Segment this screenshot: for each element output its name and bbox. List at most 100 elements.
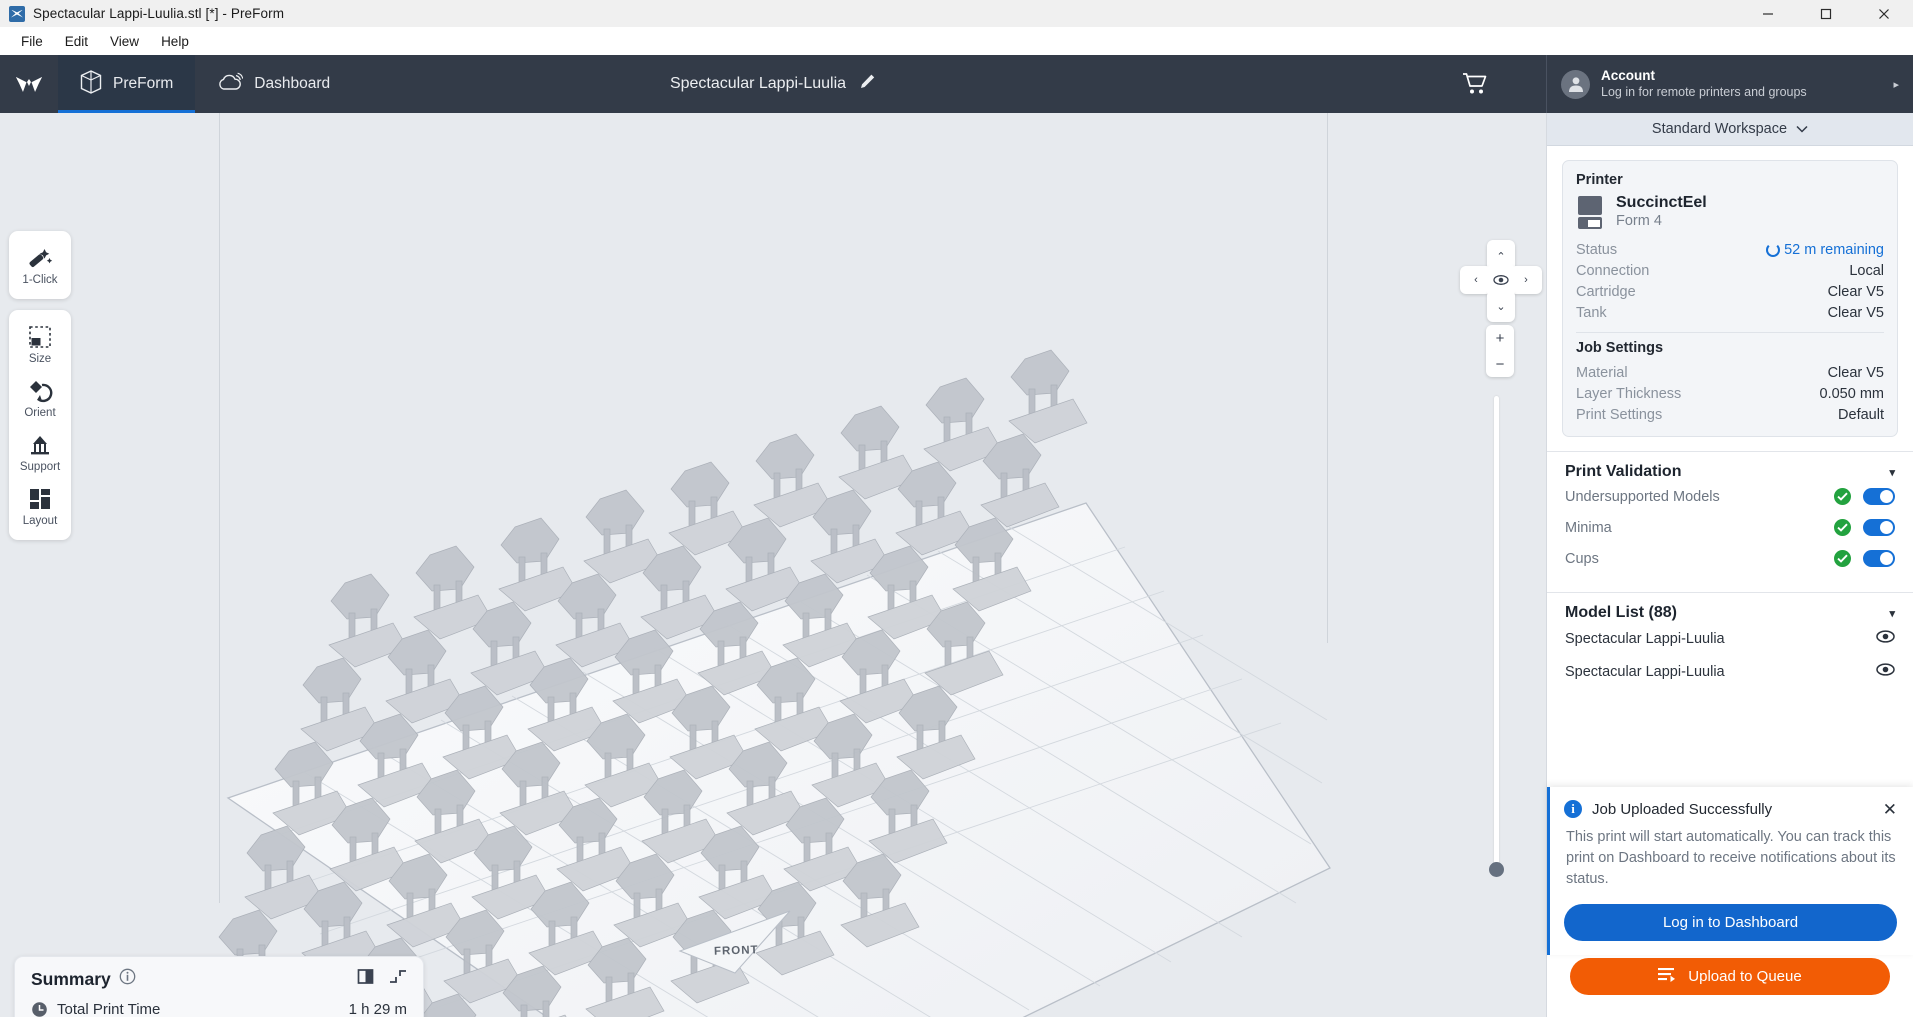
validation-row-cups: Cups <box>1565 543 1895 574</box>
build-plate-render <box>193 349 1331 1017</box>
printer-status-key: Status <box>1576 241 1618 258</box>
preform-logo-icon <box>9 5 25 22</box>
check-icon <box>1834 488 1851 506</box>
printer-identity[interactable]: SuccinctEel Form 4 <box>1576 194 1884 231</box>
zoom-controls: + − <box>1486 325 1514 377</box>
menu-edit[interactable]: Edit <box>54 30 99 53</box>
window-title: Spectacular Lappi-Luulia.stl [*] - PreFo… <box>33 6 285 21</box>
printer-tank-key: Tank <box>1576 304 1607 321</box>
validation-toggle[interactable] <box>1863 550 1895 568</box>
tool-orient-label: Orient <box>24 407 56 419</box>
caret-down-icon[interactable]: ▾ <box>1889 607 1895 620</box>
menu-help[interactable]: Help <box>150 30 200 53</box>
job-print-settings-value: Default <box>1838 406 1884 423</box>
job-print-settings-key: Print Settings <box>1576 406 1663 423</box>
info-circle-icon[interactable] <box>119 968 136 990</box>
validation-toggle[interactable] <box>1863 519 1895 537</box>
eye-icon[interactable] <box>1876 663 1895 680</box>
printer-connection-row: Connection Local <box>1576 260 1884 281</box>
printer-text: SuccinctEel Form 4 <box>1616 194 1707 231</box>
model-name: Spectacular Lappi-Luulia <box>1565 630 1725 647</box>
printer-status-value[interactable]: 52 m remaining <box>1766 242 1884 258</box>
view-nav-pad: ⌃ ‹ › ⌄ <box>1460 240 1542 322</box>
tool-orient[interactable]: Orient <box>9 371 71 425</box>
model-list-item[interactable]: Spectacular Lappi-Luulia <box>1565 655 1895 688</box>
check-icon <box>1834 519 1851 537</box>
tool-rail: 1-Click Size Orient Support Layout <box>9 231 71 551</box>
support-structure-icon <box>31 436 49 455</box>
job-material-value: Clear V5 <box>1827 364 1884 381</box>
menu-file[interactable]: File <box>10 30 54 53</box>
job-layer-thickness-row[interactable]: Layer Thickness 0.050 mm <box>1576 383 1884 404</box>
shopping-cart-icon[interactable] <box>1462 72 1488 98</box>
model-viewport[interactable]: FRONT 1-Click Size Orient Support Layout… <box>0 113 1546 1017</box>
validation-toggle[interactable] <box>1863 488 1895 506</box>
validation-row-minima: Minima <box>1565 512 1895 543</box>
tab-dashboard[interactable]: Dashboard <box>195 55 352 113</box>
slice-slider-handle[interactable] <box>1489 862 1504 877</box>
caret-down-icon[interactable]: ▾ <box>1889 466 1895 479</box>
split-panel-icon[interactable] <box>357 968 374 990</box>
orbit-eye-icon[interactable] <box>1486 265 1516 295</box>
minimize-button[interactable] <box>1739 0 1797 27</box>
notification-header: i Job Uploaded Successfully ✕ <box>1564 800 1897 818</box>
user-avatar-icon <box>1561 69 1590 99</box>
workspace-selector[interactable]: Standard Workspace <box>1547 113 1913 146</box>
tool-1-click[interactable]: 1-Click <box>9 238 71 292</box>
printer-name: SuccinctEel <box>1616 194 1707 211</box>
model-list-item[interactable]: Spectacular Lappi-Luulia <box>1565 622 1895 655</box>
card-divider <box>1576 332 1884 334</box>
job-material-row[interactable]: Material Clear V5 <box>1576 362 1884 383</box>
tab-preform[interactable]: PreForm <box>58 55 196 113</box>
upload-to-queue-button[interactable]: Upload to Queue <box>1570 958 1890 995</box>
validation-label: Cups <box>1565 550 1599 567</box>
print-validation-header[interactable]: Print Validation ▾ <box>1565 463 1895 481</box>
tool-support[interactable]: Support <box>9 425 71 479</box>
job-layer-thickness-value: 0.050 mm <box>1819 385 1884 402</box>
summary-title: Summary <box>31 968 111 989</box>
printer-status-row: Status 52 m remaining <box>1576 239 1884 260</box>
printer-cartridge-row: Cartridge Clear V5 <box>1576 281 1884 302</box>
job-layer-thickness-key: Layer Thickness <box>1576 385 1682 402</box>
account-title: Account <box>1601 67 1655 83</box>
close-button[interactable] <box>1855 0 1913 27</box>
preform-window: Spectacular Lappi-Luulia.stl [*] - PreFo… <box>0 0 1913 1017</box>
tool-support-label: Support <box>19 461 61 473</box>
menu-view[interactable]: View <box>99 30 150 53</box>
workspace-label: Standard Workspace <box>1651 121 1788 137</box>
printer-card-heading: Printer <box>1576 172 1623 188</box>
validation-label: Minima <box>1565 519 1612 536</box>
formlabs-logo-icon[interactable] <box>0 55 58 113</box>
collapse-icon[interactable] <box>389 968 407 990</box>
chevron-right-icon[interactable]: ▸ <box>1893 78 1899 91</box>
front-label: FRONT <box>713 944 759 958</box>
check-icon <box>1834 550 1851 568</box>
printer-cartridge-key: Cartridge <box>1576 283 1636 300</box>
validation-label: Undersupported Models <box>1565 488 1720 505</box>
rotate-icon <box>30 381 53 403</box>
job-print-settings-row[interactable]: Print Settings Default <box>1576 404 1884 425</box>
log-in-to-dashboard-button[interactable]: Log in to Dashboard <box>1564 904 1897 942</box>
slice-slider-track[interactable] <box>1494 396 1499 876</box>
magic-wand-icon <box>29 249 53 267</box>
account-text: Account Log in for remote printers and g… <box>1601 68 1807 101</box>
tool-layout-label: Layout <box>22 515 58 527</box>
close-icon[interactable]: ✕ <box>1883 801 1897 818</box>
tool-size[interactable]: Size <box>9 317 71 371</box>
maximize-button[interactable] <box>1797 0 1855 27</box>
printer-model: Form 4 <box>1616 213 1662 230</box>
model-list-header[interactable]: Model List (88) ▾ <box>1565 604 1895 622</box>
printer-icon <box>1576 195 1604 230</box>
eye-icon[interactable] <box>1876 630 1895 647</box>
account-subtitle: Log in for remote printers and groups <box>1601 84 1807 99</box>
pencil-icon[interactable] <box>859 73 876 95</box>
cube-icon <box>80 69 102 99</box>
notification-toast: i Job Uploaded Successfully ✕ This print… <box>1547 787 1913 956</box>
chevron-down-icon <box>1796 121 1808 137</box>
printer-status-text: 52 m remaining <box>1784 241 1884 258</box>
account-strip[interactable]: Account Log in for remote printers and g… <box>1546 55 1913 113</box>
tool-layout[interactable]: Layout <box>9 479 71 533</box>
zoom-out-button[interactable]: − <box>1496 356 1505 373</box>
cloud-icon <box>217 72 244 97</box>
zoom-in-button[interactable]: + <box>1496 330 1505 347</box>
